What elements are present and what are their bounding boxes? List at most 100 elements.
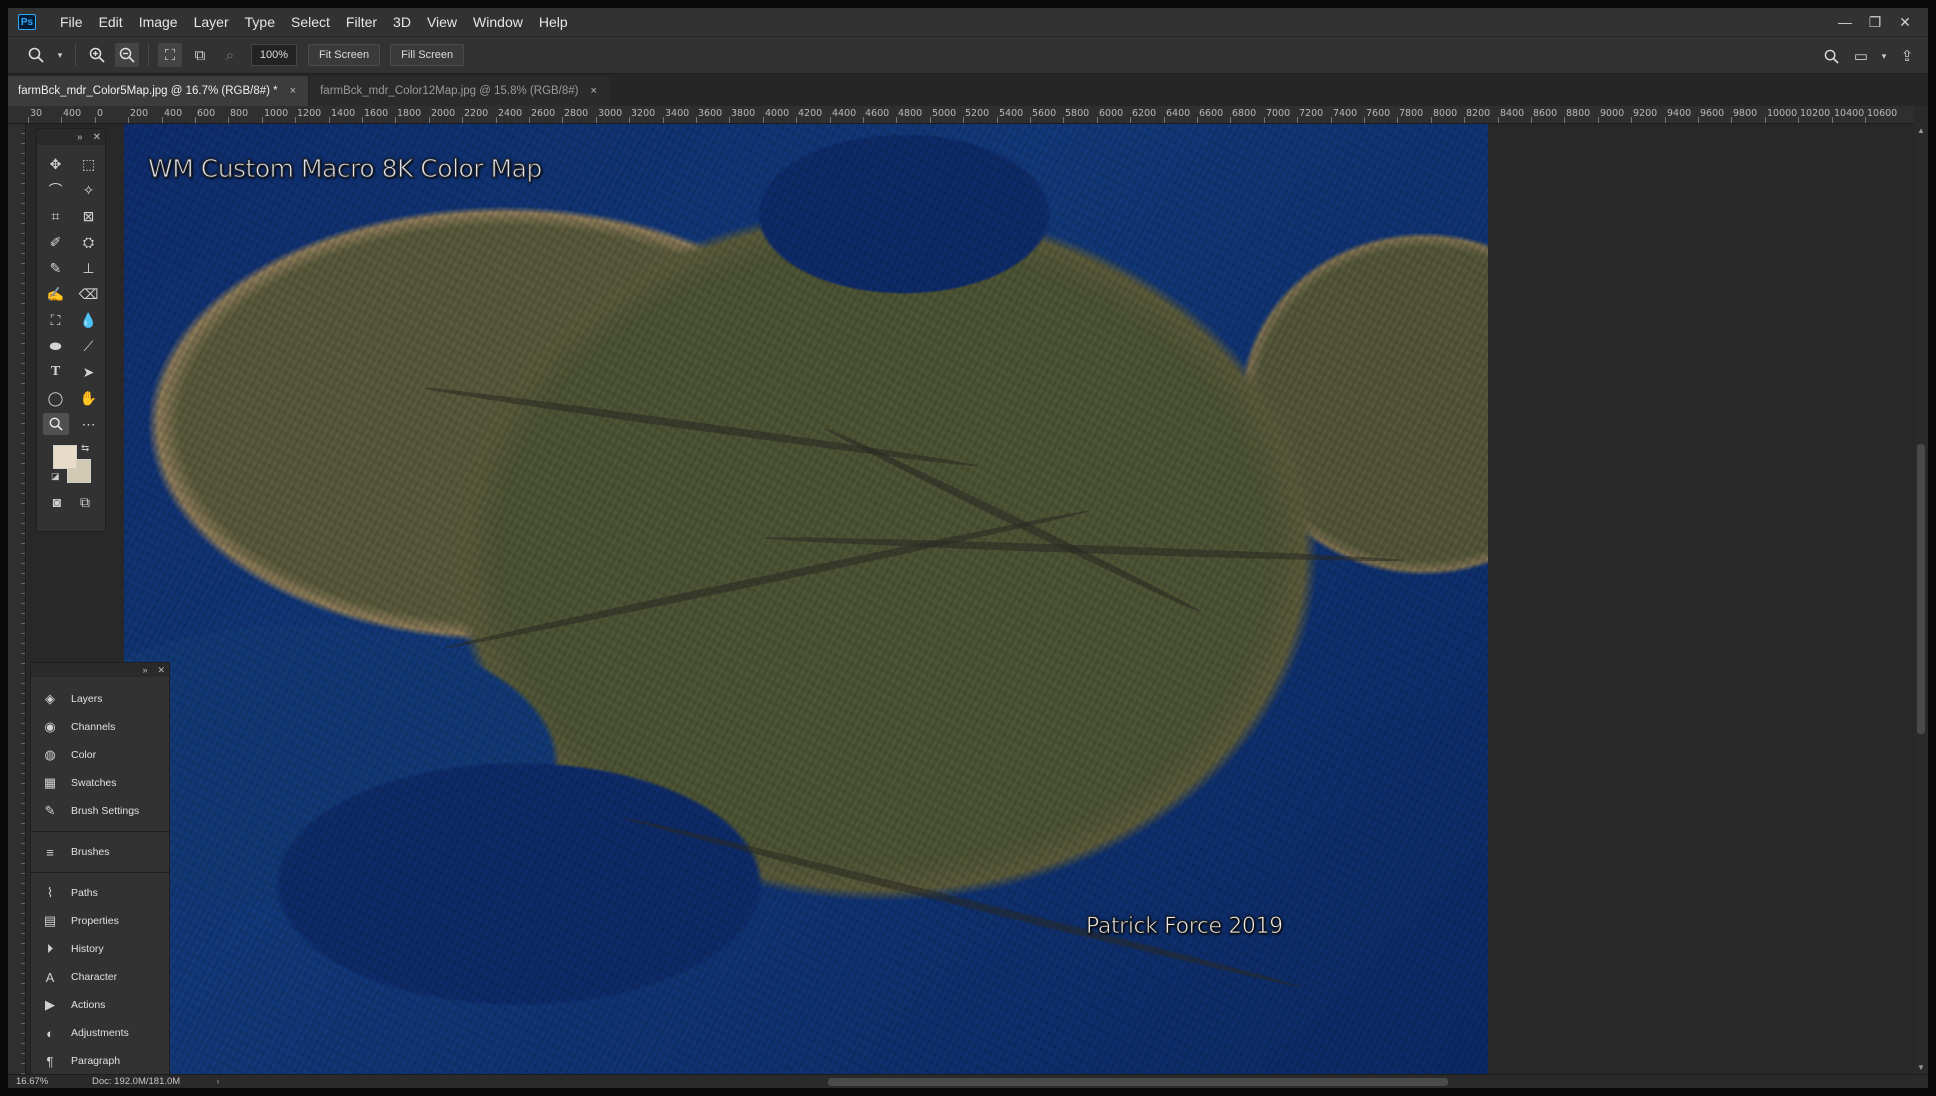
ruler-tick	[1364, 117, 1365, 123]
tab-color5map[interactable]: farmBck_mdr_Color5Map.jpg @ 16.7% (RGB/8…	[8, 76, 309, 106]
minimize-button[interactable]: —	[1830, 14, 1860, 30]
ruler-tick	[1397, 117, 1398, 123]
fit-screen-button[interactable]: Fit Screen	[308, 44, 381, 66]
patch-tool-icon[interactable]: ⛭	[76, 231, 102, 253]
crop-tool-icon[interactable]: ⌗	[43, 205, 69, 227]
status-menu-icon[interactable]: ›	[208, 1076, 228, 1087]
horizontal-scrollbar[interactable]	[248, 1077, 1898, 1087]
panel-adjustments[interactable]: ◐ Adjustments	[31, 1019, 169, 1047]
scrubby-zoom-icon[interactable]: ⌕	[218, 43, 242, 67]
scrollbar-thumb[interactable]	[828, 1078, 1448, 1086]
more-tools-icon[interactable]: ⋯	[76, 413, 102, 435]
workspace-icon[interactable]: ▭	[1849, 44, 1873, 68]
menu-layer[interactable]: Layer	[186, 8, 237, 36]
stamp-tool-icon[interactable]: ⊥	[76, 257, 102, 279]
ruler-label: 3000	[598, 108, 623, 119]
frame-tool-icon[interactable]: ⊠	[76, 205, 102, 227]
panel-paragraph[interactable]: ¶ Paragraph	[31, 1047, 169, 1075]
hand-tool-icon[interactable]: ✋	[76, 387, 102, 409]
menu-select[interactable]: Select	[283, 8, 338, 36]
collapse-icon[interactable]: »	[77, 132, 83, 143]
ruler-label: 9400	[1667, 108, 1692, 119]
panel-history[interactable]: ⏵ History	[31, 935, 169, 963]
scroll-down-icon[interactable]: ▼	[1917, 1063, 1925, 1072]
scrollbar-thumb[interactable]	[1917, 444, 1925, 734]
panel-character[interactable]: A Character	[31, 963, 169, 991]
restore-button[interactable]: ❐	[1860, 14, 1890, 31]
zoom-tool-icon[interactable]	[42, 413, 69, 435]
pen-tool-icon[interactable]: ⟋	[76, 335, 102, 357]
fill-screen-button[interactable]: Fill Screen	[390, 44, 465, 66]
character-icon: A	[45, 969, 55, 985]
close-icon[interactable]: ✕	[157, 665, 165, 676]
menu-type[interactable]: Type	[237, 8, 283, 36]
close-icon[interactable]: ✕	[93, 132, 101, 143]
close-icon[interactable]: ×	[290, 85, 296, 97]
zoom-level[interactable]: 16.67%	[8, 1076, 68, 1087]
screen-mode-icon[interactable]: ⧉	[72, 491, 98, 513]
foreground-color-swatch[interactable]	[53, 445, 77, 469]
panel-actions[interactable]: ▶ Actions	[31, 991, 169, 1019]
default-colors-icon[interactable]: ◪	[51, 471, 60, 482]
magic-wand-tool-icon[interactable]: ✧	[76, 179, 102, 201]
panel-layers[interactable]: ◈ Layers	[31, 685, 169, 713]
dodge-tool-icon[interactable]: ⬬	[43, 335, 69, 357]
options-right: ▭ ▾ ⇪	[1816, 37, 1922, 75]
close-icon[interactable]: ×	[591, 85, 597, 97]
panel-brushes[interactable]: ≡ Brushes	[31, 838, 169, 866]
menu-window[interactable]: Window	[465, 8, 531, 36]
zoom-percent-field[interactable]: 100%	[251, 44, 297, 66]
ruler-tick	[729, 117, 730, 123]
paint-bucket-tool-icon[interactable]: ⛶	[43, 309, 69, 331]
ruler-tick	[1798, 117, 1799, 123]
zoom-tool-icon[interactable]	[24, 43, 48, 67]
ruler-label: 9600	[1700, 108, 1725, 119]
eraser-tool-icon[interactable]: ⌫	[76, 283, 102, 305]
panel-color[interactable]: ◍ Color	[31, 741, 169, 769]
menu-edit[interactable]: Edit	[91, 8, 131, 36]
panel-properties[interactable]: ▤ Properties	[31, 907, 169, 935]
move-tool-icon[interactable]: ✥	[43, 153, 69, 175]
panel-brush-settings[interactable]: ✎ Brush Settings	[31, 797, 169, 825]
menu-view[interactable]: View	[419, 8, 465, 36]
history-brush-tool-icon[interactable]: ✍	[43, 283, 69, 305]
quick-mask-icon[interactable]: ◙	[44, 491, 70, 513]
zoom-all-windows-icon[interactable]: ⧉	[188, 43, 212, 67]
tab-color12map[interactable]: farmBck_mdr_Color12Map.jpg @ 15.8% (RGB/…	[310, 76, 609, 106]
resize-windows-icon[interactable]: ⛶	[158, 43, 182, 67]
share-icon[interactable]: ⇪	[1895, 44, 1919, 68]
collapse-icon[interactable]: »	[142, 665, 147, 675]
menu-3d[interactable]: 3D	[385, 8, 419, 36]
panel-label: Swatches	[71, 777, 117, 789]
ruler-tick	[796, 117, 797, 123]
panel-paths[interactable]: ⌇ Paths	[31, 879, 169, 907]
menu-help[interactable]: Help	[531, 8, 576, 36]
menu-file[interactable]: File	[52, 8, 91, 36]
scroll-up-icon[interactable]: ▲	[1917, 126, 1925, 135]
ruler-tick	[1297, 117, 1298, 123]
ruler-tick	[1197, 117, 1198, 123]
app-logo: Ps	[18, 14, 36, 30]
panel-channels[interactable]: ◉ Channels	[31, 713, 169, 741]
marquee-tool-icon[interactable]: ⬚	[76, 153, 102, 175]
brush-tool-icon[interactable]: ✎	[43, 257, 69, 279]
document-canvas[interactable]: WM Custom Macro 8K Color Map Patrick For…	[124, 124, 1488, 1074]
panel-swatches[interactable]: ▦ Swatches	[31, 769, 169, 797]
type-tool-icon[interactable]: T	[43, 361, 69, 383]
blur-tool-icon[interactable]: 💧	[76, 309, 102, 331]
chevron-down-icon[interactable]: ▾	[1879, 44, 1889, 68]
vertical-scrollbar[interactable]: ▲ ▼	[1914, 124, 1928, 1074]
lasso-tool-icon[interactable]: ⌒	[43, 179, 69, 201]
ruler-label: 1000	[264, 108, 289, 119]
chevron-down-icon[interactable]: ▾	[54, 43, 66, 67]
swap-colors-icon[interactable]: ⇆	[81, 443, 89, 454]
menu-image[interactable]: Image	[131, 8, 186, 36]
zoom-in-icon[interactable]	[85, 43, 109, 67]
search-icon[interactable]	[1819, 44, 1843, 68]
menu-filter[interactable]: Filter	[338, 8, 385, 36]
eyedropper-tool-icon[interactable]: ✐	[43, 231, 69, 253]
ellipse-tool-icon[interactable]: ◯	[43, 387, 69, 409]
path-selection-tool-icon[interactable]: ➤	[76, 361, 102, 383]
close-button[interactable]: ✕	[1890, 14, 1920, 31]
zoom-out-icon[interactable]	[115, 43, 139, 67]
